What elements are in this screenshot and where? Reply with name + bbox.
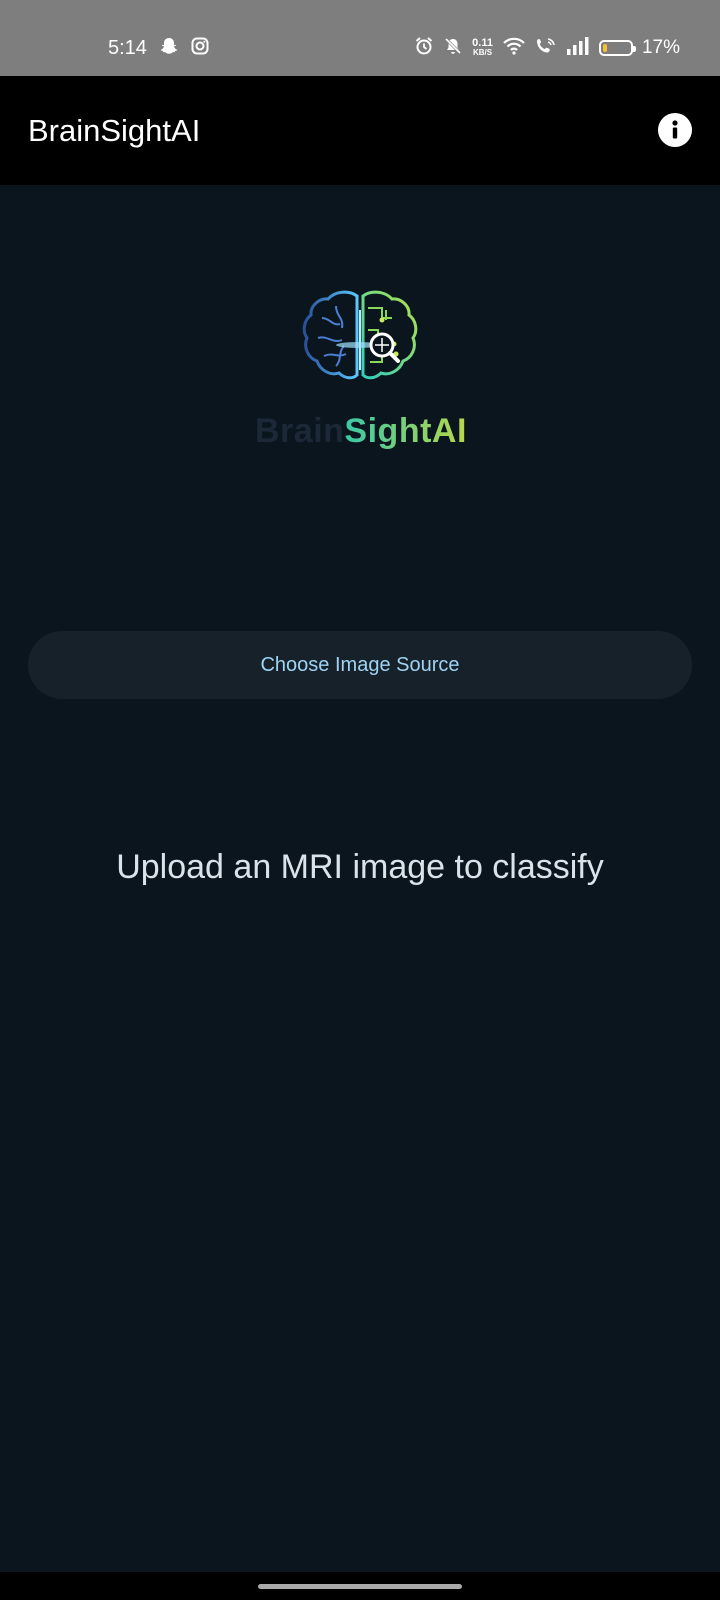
battery-percent: 17%	[641, 37, 680, 58]
app-bar: BrainSightAI	[0, 76, 720, 185]
net-speed-value: 0.11	[472, 37, 493, 49]
status-bar: 5:14 0.11 KB/S 17%	[0, 0, 720, 76]
app-logo: BrainSightAI	[255, 290, 467, 460]
brain-logo-icon	[302, 290, 418, 380]
info-button[interactable]	[658, 113, 692, 147]
app-title: BrainSightAI	[28, 113, 201, 148]
logo-text-brain: Brain	[255, 412, 345, 450]
alarm-icon	[414, 36, 434, 61]
signal-icon	[566, 36, 590, 60]
status-time: 5:14	[108, 36, 147, 59]
instagram-icon	[191, 37, 209, 60]
net-speed-unit: KB/S	[473, 48, 493, 57]
logo-text: BrainSightAI	[255, 412, 467, 451]
snapchat-icon	[159, 36, 179, 61]
info-icon	[672, 120, 678, 139]
net-speed: 0.11 KB/S	[472, 38, 493, 58]
status-left: 5:14	[108, 34, 209, 62]
choose-image-source-button[interactable]: Choose Image Source	[28, 631, 692, 699]
status-right: 0.11 KB/S 17%	[414, 34, 680, 62]
wifi-calling-icon	[535, 36, 557, 61]
battery-icon	[598, 40, 636, 56]
bell-off-icon	[443, 36, 463, 61]
home-indicator[interactable]	[258, 1584, 462, 1589]
battery-fill	[602, 44, 607, 52]
wifi-icon	[502, 36, 526, 61]
logo-text-sight: SightAI	[344, 412, 467, 450]
upload-prompt: Upload an MRI image to classify	[116, 848, 604, 886]
